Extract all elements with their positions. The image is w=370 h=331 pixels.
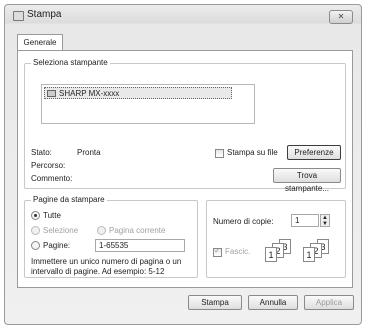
page-range-title: Pagine da stampare: [31, 195, 107, 204]
page-range-group: Pagine da stampare Tutte Selezione Pagin…: [24, 195, 198, 278]
printer-icon: [47, 90, 56, 97]
title-bar: Stampa ✕: [5, 5, 361, 25]
pages-radio[interactable]: [31, 241, 40, 250]
status-label: Stato:: [31, 148, 52, 157]
tab-panel: Seleziona stampante SHARP MX-xxxx Stato:…: [17, 50, 353, 288]
printer-name: SHARP MX-xxxx: [59, 89, 120, 98]
printer-icon: [13, 11, 24, 21]
pages-help-line-2: intervallo di pagine. Ad esempio: 5-12: [31, 267, 165, 276]
status-value: Pronta: [77, 148, 101, 157]
selection-radio[interactable]: [31, 226, 40, 235]
cancel-button[interactable]: Annulla: [248, 295, 298, 310]
find-printer-button[interactable]: Trova stampante...: [273, 168, 341, 193]
printer-item-sharp[interactable]: SHARP MX-xxxx: [44, 87, 232, 99]
printer-list[interactable]: SHARP MX-xxxx: [41, 84, 255, 124]
printer-group-title: Seleziona stampante: [31, 58, 110, 67]
pages-help-line-1: Immettere un unico numero di pagina o un: [31, 257, 182, 266]
selection-label: Selezione: [43, 226, 79, 235]
copies-label: Numero di copie:: [213, 217, 274, 226]
spin-updown-icon[interactable]: ▲ ▼: [320, 214, 330, 227]
path-label: Percorso:: [31, 161, 66, 170]
preferences-button[interactable]: Preferenze: [287, 145, 341, 160]
pages-input[interactable]: 1-65535: [95, 239, 185, 252]
copies-group: Numero di copie: 1 ▲▼ Fascic. 3 2 1 3 2 …: [206, 200, 346, 278]
close-icon[interactable]: ✕: [329, 10, 353, 24]
print-to-file-label: Stampa su file: [227, 148, 278, 157]
current-page-label: Pagina corrente: [109, 226, 166, 235]
copies-input[interactable]: 1: [291, 214, 319, 227]
current-page-radio[interactable]: [97, 226, 106, 235]
print-button[interactable]: Stampa: [188, 295, 242, 310]
apply-button[interactable]: Applica: [304, 295, 354, 310]
printer-group: Seleziona stampante SHARP MX-xxxx Stato:…: [24, 58, 346, 193]
pages-label: Pagine:: [43, 241, 71, 250]
print-dialog: Stampa ✕ Generale Seleziona stampante SH…: [4, 4, 362, 325]
window-title: Stampa: [27, 9, 62, 20]
all-pages-label: Tutte: [43, 211, 61, 220]
collate-checkbox[interactable]: [213, 246, 222, 257]
print-to-file-checkbox[interactable]: [215, 149, 224, 158]
all-pages-radio[interactable]: [31, 211, 40, 220]
collate-label: Fascic.: [225, 247, 251, 256]
tab-general[interactable]: Generale: [17, 34, 63, 51]
comment-label: Commento:: [31, 174, 73, 183]
